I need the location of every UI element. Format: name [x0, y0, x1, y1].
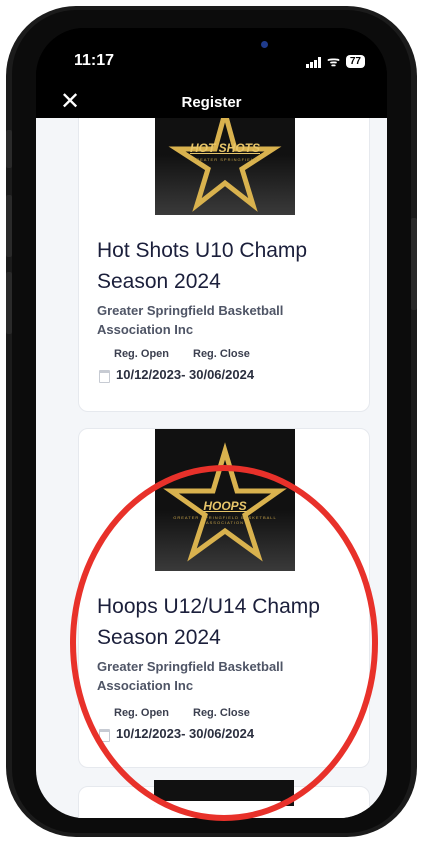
- wifi-icon: ᯤ: [327, 53, 340, 69]
- status-icons: ᯤ 77: [306, 52, 365, 71]
- logo-text: HOT SHOTS: [189, 141, 260, 155]
- battery-icon: 77: [345, 55, 365, 68]
- status-time: 11:17: [74, 52, 115, 69]
- signal-icon: [306, 56, 322, 68]
- competition-logo-image: HOT SHOTS GREATER SPRINGFIELD: [155, 118, 295, 215]
- logo-subtext: GREATER SPRINGFIELD: [192, 157, 258, 162]
- dynamic-island: [182, 42, 288, 72]
- phone-side-button: [6, 130, 12, 168]
- reg-open-label: Reg. Open: [114, 348, 170, 360]
- competition-organisation: Greater Springfield Basketball Associati…: [97, 303, 284, 337]
- page-title: Register: [181, 94, 242, 111]
- highlight-circle: [70, 465, 378, 821]
- reg-close-label: Reg. Close: [193, 348, 250, 360]
- star-logo-icon: [168, 118, 282, 212]
- phone-volume-down: [6, 272, 12, 334]
- registration-dates: 10/12/2023- 30/06/2024: [116, 367, 255, 382]
- competition-title: Hot Shots U10 Champ Season 2024: [97, 239, 308, 293]
- nav-bar: ✕ Register: [36, 88, 387, 118]
- competition-card[interactable]: HOT SHOTS GREATER SPRINGFIELD Hot Shots …: [78, 118, 370, 412]
- phone-power-button: [411, 218, 417, 310]
- camera-icon: [261, 41, 268, 48]
- calendar-icon: [99, 370, 110, 383]
- status-bar: 11:17 ᯤ 77: [36, 28, 387, 88]
- phone-volume-up: [6, 195, 12, 257]
